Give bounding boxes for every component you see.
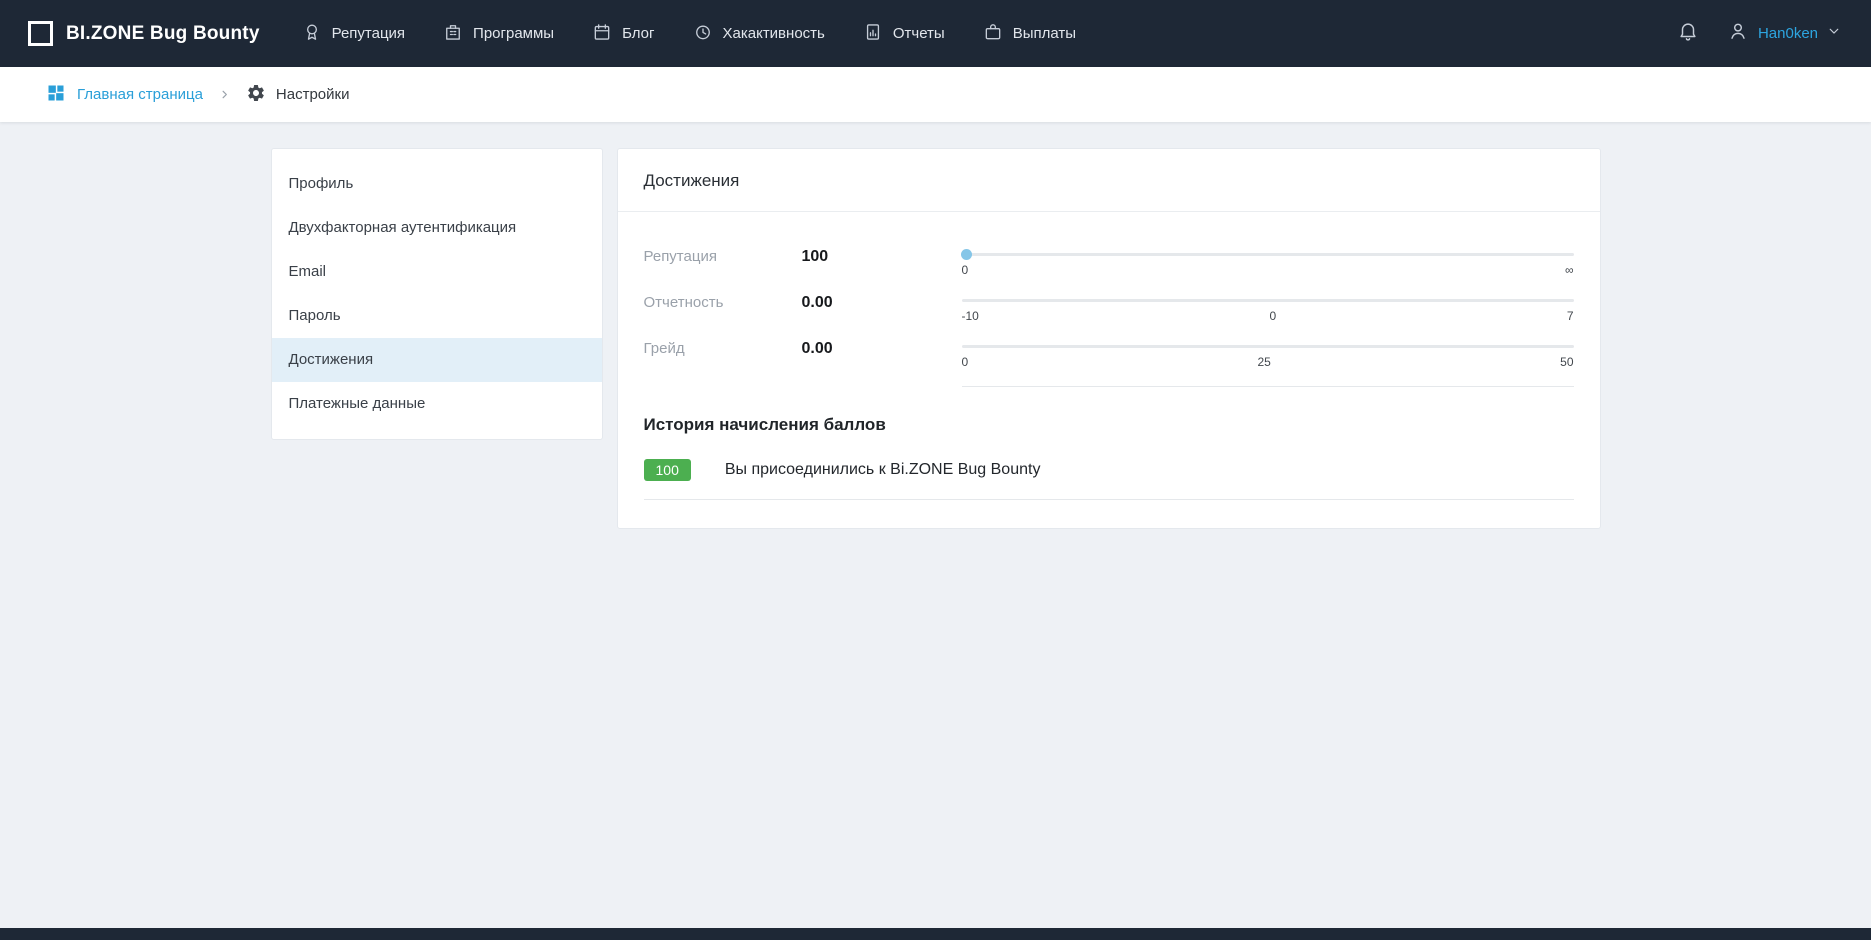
breadcrumb: Главная страница Настройки (0, 67, 1871, 122)
history-row: 100 Вы присоединились к Bi.ZONE Bug Boun… (644, 451, 1574, 500)
scale-max: 50 (1560, 355, 1573, 369)
page-footer-strip (0, 928, 1871, 940)
breadcrumb-home-label: Главная страница (77, 86, 203, 103)
nav-item-reputation[interactable]: Репутация (302, 0, 405, 67)
metric-label: Грейд (644, 340, 802, 369)
scale-min: -10 (962, 309, 979, 323)
scale-min: 0 (962, 263, 969, 277)
sidebar-item-achievements[interactable]: Достижения (272, 338, 602, 382)
metric-value: 0.00 (802, 340, 962, 369)
metric-value: 100 (802, 248, 962, 277)
brand-title: BI.ZONE Bug Bounty (66, 23, 260, 45)
user-icon (1727, 20, 1749, 47)
metric-label: Отчетность (644, 294, 802, 323)
nav-item-programs[interactable]: Программы (443, 0, 554, 67)
programs-icon (443, 22, 463, 46)
main-content: Профиль Двухфакторная аутентификация Ema… (271, 148, 1601, 529)
nav-item-reports[interactable]: Отчеты (863, 0, 945, 67)
reputation-icon (302, 22, 322, 46)
breadcrumb-current: Настройки (246, 83, 350, 107)
nav-label: Блог (622, 25, 654, 42)
notifications-button[interactable] (1677, 20, 1699, 47)
nav-label: Репутация (332, 25, 405, 42)
dashboard-grid-icon (46, 83, 66, 107)
gear-icon (246, 83, 266, 107)
metrics-section: Репутация 100 0 ∞ Отчетность 0.00 (618, 212, 1600, 387)
slider-scale: 0 ∞ (962, 263, 1574, 277)
sidebar-item-password[interactable]: Пароль (272, 294, 602, 338)
chevron-right-icon (219, 89, 230, 100)
card-title: Достижения (618, 149, 1600, 212)
achievements-card: Достижения Репутация 100 0 ∞ Отчетн (617, 148, 1601, 529)
metric-row-reputation: Репутация 100 0 ∞ (644, 248, 1574, 277)
sidebar-item-payment-details[interactable]: Платежные данные (272, 382, 602, 426)
metric-value: 0.00 (802, 294, 962, 323)
metric-label: Репутация (644, 248, 802, 277)
breadcrumb-current-label: Настройки (276, 86, 350, 103)
slider-track (962, 299, 1574, 302)
scale-mid: 0 (1269, 309, 1276, 323)
history-section-title: История начисления баллов (618, 387, 1600, 451)
sidebar-item-email[interactable]: Email (272, 250, 602, 294)
metric-row-grade: Грейд 0.00 0 25 50 (644, 340, 1574, 369)
reputation-scale-slider: 0 ∞ (962, 248, 1574, 277)
sidebar-item-two-factor[interactable]: Двухфакторная аутентификация (272, 206, 602, 250)
scale-mid: 25 (1257, 355, 1270, 369)
history-event-text: Вы присоединились к Bi.ZONE Bug Bounty (725, 461, 1041, 479)
scale-max: ∞ (1565, 263, 1574, 277)
nav-item-hackactivity[interactable]: Хакактивность (693, 0, 825, 67)
points-badge: 100 (644, 459, 691, 481)
nav-item-blog[interactable]: Блог (592, 0, 654, 67)
top-navbar: BI.ZONE Bug Bounty Репутация Программы Б… (0, 0, 1871, 67)
nav-item-payouts[interactable]: Выплаты (983, 0, 1076, 67)
main-nav: Репутация Программы Блог Хакактивность О… (302, 0, 1076, 67)
hackactivity-icon (693, 22, 713, 46)
reports-icon (863, 22, 883, 46)
settings-sidebar: Профиль Двухфакторная аутентификация Ema… (271, 148, 603, 440)
scale-min: 0 (962, 355, 969, 369)
chevron-down-icon (1827, 24, 1841, 43)
nav-right-area: Han0ken (1677, 20, 1841, 47)
bell-icon (1677, 20, 1699, 47)
slider-track (962, 253, 1574, 256)
grade-scale-slider: 0 25 50 (962, 340, 1574, 369)
slider-track (962, 345, 1574, 348)
nav-label: Программы (473, 25, 554, 42)
slider-scale: -10 0 7 (962, 309, 1574, 323)
username-label: Han0ken (1758, 25, 1818, 42)
payouts-icon (983, 22, 1003, 46)
blog-icon (592, 22, 612, 46)
slider-scale: 0 25 50 (962, 355, 1574, 369)
user-menu[interactable]: Han0ken (1727, 20, 1841, 47)
scale-max: 7 (1567, 309, 1574, 323)
nav-label: Отчеты (893, 25, 945, 42)
metric-row-reporting: Отчетность 0.00 -10 0 7 (644, 294, 1574, 323)
sidebar-item-profile[interactable]: Профиль (272, 162, 602, 206)
bizone-logo-icon (28, 21, 53, 46)
nav-label: Хакактивность (723, 25, 825, 42)
breadcrumb-home-link[interactable]: Главная страница (46, 83, 203, 107)
nav-label: Выплаты (1013, 25, 1076, 42)
reporting-scale-slider: -10 0 7 (962, 294, 1574, 323)
brand-logo[interactable]: BI.ZONE Bug Bounty (28, 21, 260, 46)
slider-knob (961, 249, 972, 260)
